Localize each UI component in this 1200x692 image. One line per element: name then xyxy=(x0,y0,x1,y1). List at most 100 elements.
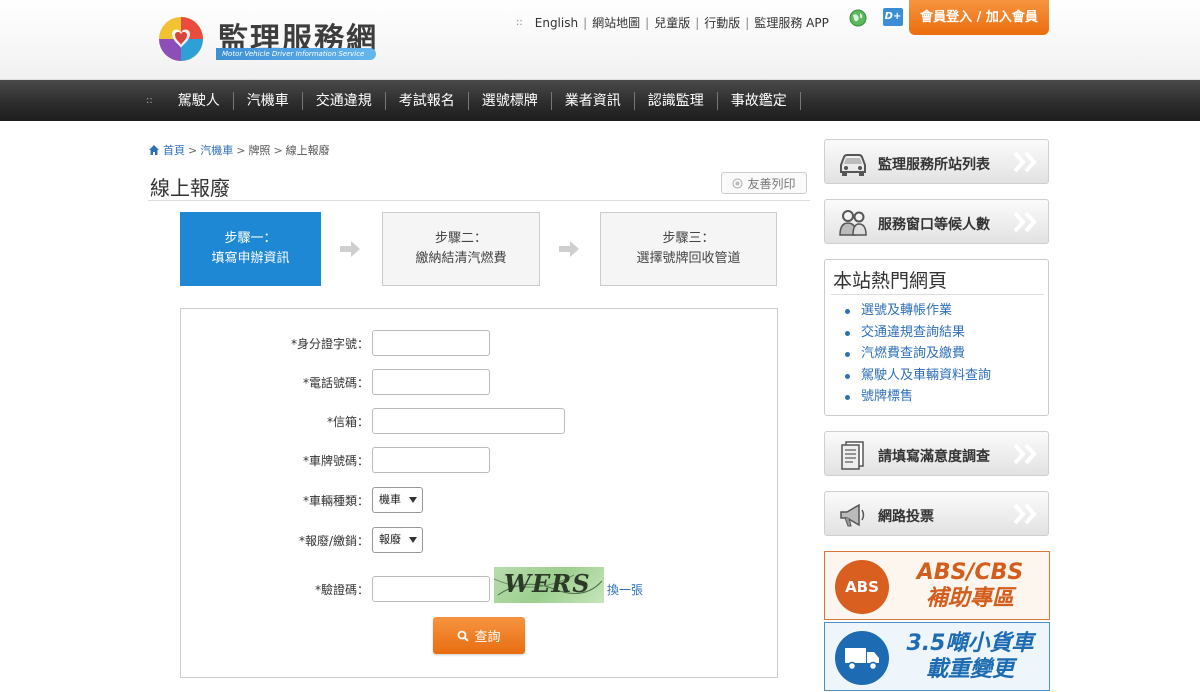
station-list-label: 監理服務所站列表 xyxy=(878,157,990,173)
chevron-down-icon xyxy=(409,537,417,543)
divider: | xyxy=(745,15,750,30)
breadcrumb-vehicle[interactable]: 汽機車 xyxy=(200,142,233,158)
breadcrumb-home[interactable]: 首頁 xyxy=(163,142,185,158)
scrap-action-value: 報廢 xyxy=(379,533,401,546)
scrap-form: *身分證字號： *電話號碼： *信箱： *車牌號碼： *車輛種類： 機車 *報廢… xyxy=(180,308,778,678)
captcha-input[interactable] xyxy=(372,576,490,602)
page-title: 線上報廢 xyxy=(150,176,230,200)
id-number-label: *身分證字號： xyxy=(290,337,369,351)
online-vote-label: 網路投票 xyxy=(878,509,934,525)
top-link-english[interactable]: English xyxy=(535,16,578,30)
form-row-email: *信箱： xyxy=(181,408,779,434)
double-chevron-right-icon xyxy=(1014,151,1037,173)
divider xyxy=(831,294,1044,295)
logo-subtitle: Motor Vehicle Driver Information Service xyxy=(216,48,376,60)
nav-item-exam[interactable]: 考試報名 xyxy=(386,91,469,110)
popular-link-violation-result[interactable]: 交通違規查詢結果 xyxy=(845,322,991,344)
step-arrow-icon xyxy=(340,241,360,257)
abs-banner-line1: ABS/CBS xyxy=(916,560,1024,585)
scrap-action-select[interactable]: 報廢 xyxy=(372,527,423,553)
megaphone-icon xyxy=(840,503,865,527)
nav-item-driver[interactable]: 駕駛人 xyxy=(165,91,234,110)
query-button[interactable]: 查詢 xyxy=(433,617,525,654)
step-1-title: 步驟一： xyxy=(224,231,277,246)
form-row-plate: *車牌號碼： xyxy=(181,447,779,473)
wait-count-button[interactable]: 服務窗口等候人數 xyxy=(824,199,1049,244)
member-login-button[interactable]: 會員登入 / 加入會員 xyxy=(909,0,1049,35)
online-vote-button[interactable]: 網路投票 xyxy=(824,491,1049,536)
plate-number-input[interactable] xyxy=(372,447,490,473)
refresh-captcha-link[interactable]: 換一張 xyxy=(607,581,643,598)
breadcrumb-sep: > xyxy=(188,143,198,157)
site-header: 監理服務網 Motor Vehicle Driver Information S… xyxy=(0,0,1200,80)
captcha-image: WERS xyxy=(494,567,604,603)
top-link-kids[interactable]: 兒童版 xyxy=(654,14,690,31)
popular-pages-title: 本站熱門網頁 xyxy=(833,270,948,292)
phone-label: *電話號碼： xyxy=(302,376,369,390)
document-icon xyxy=(841,441,864,470)
double-chevron-right-icon xyxy=(1014,503,1037,525)
nav-item-violation[interactable]: 交通違規 xyxy=(303,91,386,110)
form-row-captcha: *驗證碼： WERS 換一張 xyxy=(181,567,779,603)
truck-glyph xyxy=(845,648,879,671)
step-3-title: 步驟三： xyxy=(662,231,715,246)
dplus-icon[interactable]: D+ xyxy=(883,8,903,26)
form-row-phone: *電話號碼： xyxy=(181,369,779,395)
popular-link-plate-selection[interactable]: 選號及轉帳作業 xyxy=(845,300,991,322)
vehicle-type-select[interactable]: 機車 xyxy=(372,487,423,513)
nav-item-business[interactable]: 業者資訊 xyxy=(552,91,635,110)
nav-item-plate-selection[interactable]: 選號標牌 xyxy=(469,91,552,110)
light-truck-banner[interactable]: 3.5噸小貨車 載重變更 xyxy=(824,622,1050,691)
wait-count-label: 服務窗口等候人數 xyxy=(878,217,990,233)
print-icon xyxy=(732,178,743,188)
scrap-action-label: *報廢/繳銷： xyxy=(298,534,369,548)
car-icon xyxy=(840,154,866,176)
logo-mark-icon xyxy=(159,17,203,61)
form-row-id: *身分證字號： xyxy=(181,330,779,356)
nav-item-accident[interactable]: 事故鑑定 xyxy=(718,91,801,110)
id-number-input[interactable] xyxy=(372,330,490,356)
popular-link-fuel-fee[interactable]: 汽燃費查詢及繳費 xyxy=(845,343,991,365)
divider: | xyxy=(695,15,700,30)
survey-button[interactable]: 請填寫滿意度調查 xyxy=(824,431,1049,476)
form-row-action: *報廢/繳銷： 報廢 xyxy=(181,527,779,553)
print-button[interactable]: 友善列印 xyxy=(721,172,807,194)
menu-dots-icon: :: xyxy=(516,17,523,28)
email-input[interactable] xyxy=(372,408,565,434)
popular-link-driver-vehicle-query[interactable]: 駕駛人及車輛資料查詢 xyxy=(845,365,991,387)
globe-icon[interactable] xyxy=(849,9,867,27)
nav-item-about[interactable]: 認識監理 xyxy=(635,91,718,110)
captcha-label: *驗證碼： xyxy=(314,583,369,597)
breadcrumb-sep: > xyxy=(236,143,246,157)
breadcrumb-sep: > xyxy=(273,143,283,157)
popular-link-plate-auction[interactable]: 號牌標售 xyxy=(845,386,991,408)
popular-pages-panel: 本站熱門網頁 選號及轉帳作業 交通違規查詢結果 汽燃費查詢及繳費 駕駛人及車輛資… xyxy=(824,259,1049,416)
breadcrumb: 首頁 > 汽機車 > 牌照 > 線上報廢 xyxy=(148,142,330,158)
form-row-vehicle-type: *車輛種類： 機車 xyxy=(181,487,779,513)
print-button-label: 友善列印 xyxy=(747,176,796,191)
vehicle-type-value: 機車 xyxy=(379,493,401,506)
abs-cbs-subsidy-banner[interactable]: ABS ABS/CBS 補助專區 xyxy=(824,551,1050,620)
step-1: 步驟一： 填寫申辦資訊 xyxy=(180,212,321,286)
home-icon xyxy=(149,145,159,155)
query-button-label: 查詢 xyxy=(474,630,501,645)
truck-banner-line1: 3.5噸小貨車 xyxy=(906,631,1034,656)
step-2: 步驟二： 繳納結清汽燃費 xyxy=(382,212,540,286)
top-link-mobile[interactable]: 行動版 xyxy=(704,14,740,31)
site-logo[interactable]: 監理服務網 Motor Vehicle Driver Information S… xyxy=(156,12,386,68)
chevron-down-icon xyxy=(409,497,417,503)
people-icon xyxy=(839,210,867,236)
step-2-title: 步驟二： xyxy=(434,231,487,246)
phone-input[interactable] xyxy=(372,369,490,395)
step-arrow-icon xyxy=(559,241,579,257)
top-link-sitemap[interactable]: 網站地圖 xyxy=(592,14,640,31)
breadcrumb-plate[interactable]: 牌照 xyxy=(248,142,270,158)
captcha-text: WERS xyxy=(504,569,591,598)
abs-icon: ABS xyxy=(835,560,889,614)
top-link-app[interactable]: 監理服務 APP xyxy=(754,14,829,31)
step-3: 步驟三： 選擇號牌回收管道 xyxy=(600,212,777,286)
nav-item-vehicle[interactable]: 汽機車 xyxy=(234,91,303,110)
plate-number-label: *車牌號碼： xyxy=(302,454,369,468)
station-list-button[interactable]: 監理服務所站列表 xyxy=(824,139,1049,184)
step-3-desc: 選擇號牌回收管道 xyxy=(636,251,741,266)
